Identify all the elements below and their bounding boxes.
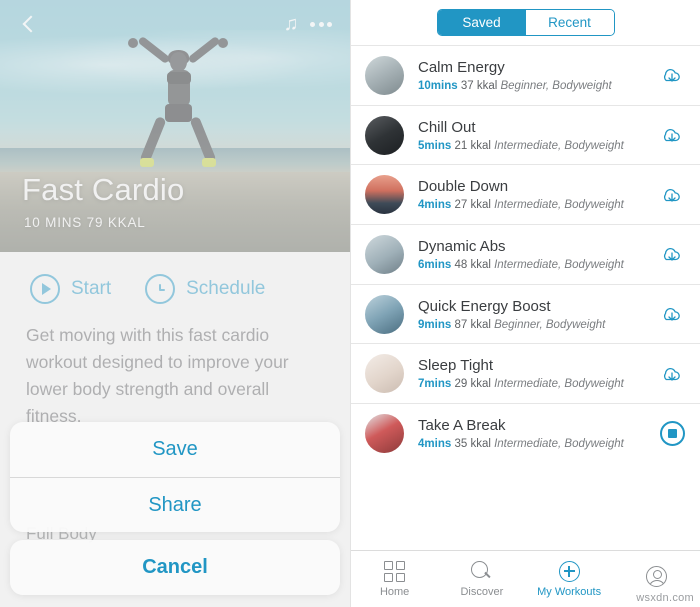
action-sheet: Save Share Cancel — [10, 422, 340, 595]
workout-kcal: 48 kkal — [454, 258, 491, 271]
workout-tags: Beginner, Bodyweight — [500, 79, 612, 92]
workout-thumbnail — [365, 175, 404, 215]
workout-duration: 7mins — [418, 378, 452, 391]
tab-home-label: Home — [379, 585, 410, 598]
segmented-control: Saved Recent — [436, 9, 615, 36]
workout-meta: 5mins 21 kkal Intermediate, Bodyweight — [418, 140, 657, 152]
action-sheet-options: Save Share — [10, 422, 340, 532]
workout-meta: 6mins 48 kkal Intermediate, Bodyweight — [418, 259, 657, 271]
workout-kcal: 87 kkal — [454, 318, 491, 331]
workout-thumbnail — [365, 115, 404, 155]
row-content: Quick Energy Boost 9mins 87 kkal Beginne… — [418, 298, 657, 331]
table-row[interactable]: Dynamic Abs 6mins 48 kkal Intermediate, … — [351, 224, 700, 284]
workout-tags: Intermediate, Bodyweight — [494, 199, 624, 212]
workout-thumbnail — [365, 234, 404, 274]
workout-meta: 4mins 35 kkal Intermediate, Bodyweight — [418, 438, 657, 450]
table-row[interactable]: Double Down 4mins 27 kkal Intermediate, … — [351, 164, 700, 224]
workout-list: Calm Energy 10mins 37 kkal Beginner, Bod… — [351, 45, 700, 550]
workout-name: Calm Energy — [418, 58, 505, 76]
tab-my-workouts-label: My Workouts — [537, 585, 602, 598]
workout-meta: 10mins 37 kkal Beginner, Bodyweight — [418, 80, 657, 92]
workout-kcal: 35 kkal — [454, 437, 491, 450]
workout-name: Take A Break — [418, 416, 506, 434]
workout-tags: Intermediate, Bodyweight — [494, 437, 624, 450]
workout-duration: 4mins — [418, 199, 452, 212]
workout-tags: Intermediate, Bodyweight — [494, 378, 624, 391]
workout-tags: Beginner, Bodyweight — [494, 318, 606, 331]
tab-discover-label: Discover — [460, 585, 504, 598]
watermark: wsxdn.com — [636, 592, 694, 604]
tab-discover[interactable]: Discover — [438, 560, 525, 598]
row-content: Chill Out 5mins 21 kkal Intermediate, Bo… — [418, 119, 657, 152]
workout-kcal: 21 kkal — [454, 139, 491, 152]
row-content: Take A Break 4mins 35 kkal Intermediate,… — [418, 417, 657, 450]
workout-duration: 6mins — [418, 258, 452, 271]
workout-tags: Intermediate, Bodyweight — [494, 258, 624, 271]
grid-icon — [384, 560, 406, 582]
workout-duration: 5mins — [418, 139, 452, 152]
sheet-save-button[interactable]: Save — [10, 422, 340, 477]
table-row[interactable]: Take A Break 4mins 35 kkal Intermediate,… — [351, 403, 700, 463]
tab-my-workouts[interactable]: My Workouts — [526, 560, 613, 598]
workout-kcal: 29 kkal — [454, 378, 491, 391]
table-row[interactable]: Quick Energy Boost 9mins 87 kkal Beginne… — [351, 283, 700, 344]
workout-name: Quick Energy Boost — [418, 297, 551, 315]
workout-name: Double Down — [418, 178, 509, 196]
row-content: Double Down 4mins 27 kkal Intermediate, … — [418, 178, 657, 211]
workout-duration: 9mins — [418, 318, 452, 331]
workout-thumbnail — [365, 294, 404, 334]
download-cloud-icon[interactable] — [657, 62, 687, 88]
tab-saved[interactable]: Saved — [437, 10, 526, 35]
sheet-cancel-button[interactable]: Cancel — [10, 540, 340, 595]
stop-circle-icon[interactable] — [657, 420, 687, 446]
table-row[interactable]: Chill Out 5mins 21 kkal Intermediate, Bo… — [351, 104, 700, 165]
workout-name: Dynamic Abs — [418, 237, 506, 255]
download-cloud-icon[interactable] — [657, 241, 687, 267]
table-row[interactable]: Sleep Tight 7mins 29 kkal Intermediate, … — [351, 343, 700, 403]
tab-recent[interactable]: Recent — [525, 10, 614, 35]
download-cloud-icon[interactable] — [657, 182, 687, 208]
workout-thumbnail — [365, 55, 404, 95]
my-workouts-screen: Saved Recent Calm Energy 10mins 37 kkal … — [350, 0, 700, 607]
download-cloud-icon[interactable] — [657, 122, 687, 148]
workout-detail-screen: ♫ Fast Cardio 10 MINS 79 KKAL Start Sche… — [0, 0, 350, 607]
workout-thumbnail — [365, 413, 404, 453]
sheet-share-button[interactable]: Share — [10, 477, 340, 532]
tab-home[interactable]: Home — [351, 560, 438, 598]
row-content: Calm Energy 10mins 37 kkal Beginner, Bod… — [418, 59, 657, 92]
workout-duration: 10mins — [418, 79, 458, 92]
segmented-control-wrap: Saved Recent — [351, 0, 700, 45]
download-cloud-icon[interactable] — [657, 301, 687, 327]
plus-circle-icon — [558, 560, 580, 582]
workout-kcal: 37 kkal — [460, 79, 498, 92]
row-content: Dynamic Abs 6mins 48 kkal Intermediate, … — [418, 238, 657, 271]
workout-kcal: 27 kkal — [454, 199, 491, 212]
app-root: ♫ Fast Cardio 10 MINS 79 KKAL Start Sche… — [0, 0, 700, 607]
workout-thumbnail — [365, 354, 404, 394]
workout-name: Chill Out — [418, 118, 476, 136]
table-row[interactable]: Calm Energy 10mins 37 kkal Beginner, Bod… — [351, 45, 700, 105]
workout-meta: 7mins 29 kkal Intermediate, Bodyweight — [418, 378, 657, 390]
workout-name: Sleep Tight — [418, 357, 494, 375]
workout-meta: 9mins 87 kkal Beginner, Bodyweight — [418, 319, 657, 331]
workout-duration: 4mins — [418, 437, 452, 450]
tab-profile[interactable] — [613, 566, 700, 592]
download-cloud-icon[interactable] — [657, 361, 687, 387]
action-sheet-cancel: Cancel — [10, 540, 340, 595]
person-icon — [645, 566, 667, 587]
workout-tags: Intermediate, Bodyweight — [494, 139, 624, 152]
row-content: Sleep Tight 7mins 29 kkal Intermediate, … — [418, 357, 657, 390]
workout-meta: 4mins 27 kkal Intermediate, Bodyweight — [418, 199, 657, 211]
search-icon — [471, 560, 492, 582]
